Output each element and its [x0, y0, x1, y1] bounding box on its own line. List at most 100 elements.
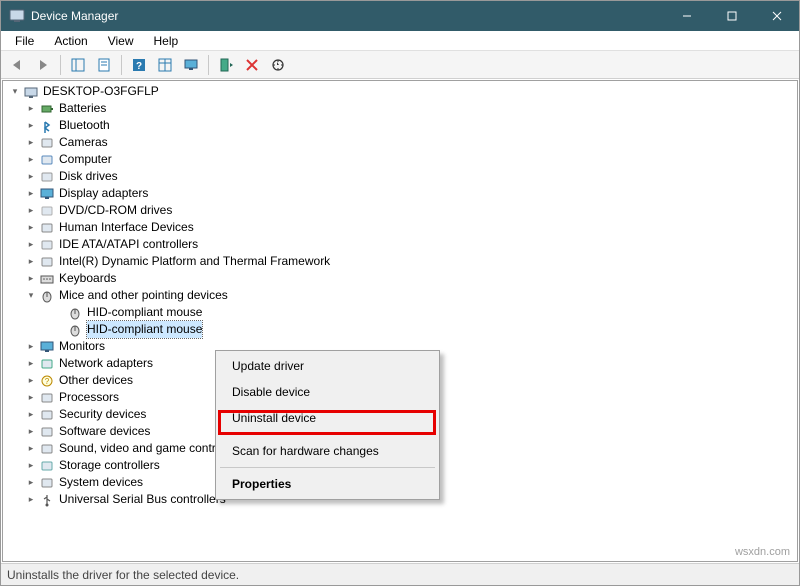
- tree-node[interactable]: ▸ DVD/CD-ROM drives: [5, 202, 795, 219]
- expand-icon[interactable]: ▸: [25, 205, 37, 217]
- menu-help[interactable]: Help: [146, 32, 187, 50]
- tree-node-label: Disk drives: [59, 168, 118, 185]
- tree-node-label: Batteries: [59, 100, 106, 117]
- chip-icon: [39, 254, 55, 270]
- tree-node-label: Processors: [59, 389, 119, 406]
- expand-icon[interactable]: ▸: [25, 409, 37, 421]
- context-menu-item[interactable]: Update driver: [218, 353, 437, 379]
- tree-node-label: Universal Serial Bus controllers: [59, 491, 226, 508]
- tree-leaf-node[interactable]: HID-compliant mouse: [5, 321, 795, 338]
- expand-icon[interactable]: ▸: [25, 426, 37, 438]
- tree-node[interactable]: ▸ Computer: [5, 151, 795, 168]
- tree-node[interactable]: ▸ Intel(R) Dynamic Platform and Thermal F…: [5, 253, 795, 270]
- statusbar-text: Uninstalls the driver for the selected d…: [7, 568, 239, 582]
- expand-icon[interactable]: ▸: [25, 443, 37, 455]
- menu-view[interactable]: View: [100, 32, 142, 50]
- expand-icon[interactable]: ▸: [25, 392, 37, 404]
- context-menu: Update driverDisable deviceUninstall dev…: [215, 350, 440, 500]
- tree-node[interactable]: ▸ Human Interface Devices: [5, 219, 795, 236]
- expand-icon[interactable]: ▸: [25, 137, 37, 149]
- expand-icon[interactable]: ▸: [25, 494, 37, 506]
- monitor-icon: [39, 339, 55, 355]
- tree-node-label: Computer: [59, 151, 112, 168]
- expand-icon[interactable]: ▸: [25, 154, 37, 166]
- security-icon: [39, 407, 55, 423]
- tree-node-label: Intel(R) Dynamic Platform and Thermal Fr…: [59, 253, 330, 270]
- tree-node-label: Monitors: [59, 338, 105, 355]
- menu-separator: [220, 434, 435, 435]
- menu-file[interactable]: File: [7, 32, 42, 50]
- tree-node[interactable]: ▸ Display adapters: [5, 185, 795, 202]
- keyboard-icon: [39, 271, 55, 287]
- tree-leaf-node[interactable]: HID-compliant mouse: [5, 304, 795, 321]
- context-menu-item[interactable]: Scan for hardware changes: [218, 438, 437, 464]
- battery-icon: [39, 101, 55, 117]
- context-menu-item[interactable]: Properties: [218, 471, 437, 497]
- maximize-button[interactable]: [709, 1, 754, 31]
- expand-icon[interactable]: ▸: [25, 273, 37, 285]
- toolbar-help-button[interactable]: ?: [127, 54, 151, 76]
- menu-separator: [220, 467, 435, 468]
- expand-icon[interactable]: ▸: [25, 460, 37, 472]
- computer-icon: [39, 152, 55, 168]
- expand-icon[interactable]: ▸: [25, 375, 37, 387]
- window-title: Device Manager: [31, 9, 118, 23]
- system-icon: [39, 475, 55, 491]
- dvd-icon: [39, 203, 55, 219]
- expand-icon[interactable]: ▸: [25, 358, 37, 370]
- menubar: File Action View Help: [1, 31, 799, 51]
- mouse-icon: [67, 322, 83, 338]
- expand-icon[interactable]: ▸: [25, 103, 37, 115]
- toolbar-properties-sheet-button[interactable]: [92, 54, 116, 76]
- toolbar-back-button[interactable]: [5, 54, 29, 76]
- expand-icon[interactable]: ▸: [25, 256, 37, 268]
- menu-action[interactable]: Action: [46, 32, 95, 50]
- expand-icon[interactable]: ▸: [25, 222, 37, 234]
- tree-node[interactable]: ▸ Disk drives: [5, 168, 795, 185]
- toolbar-scan-button[interactable]: [266, 54, 290, 76]
- titlebar[interactable]: Device Manager: [1, 1, 799, 31]
- bluetooth-icon: [39, 118, 55, 134]
- expand-icon[interactable]: ▸: [25, 188, 37, 200]
- tree-node-label: Human Interface Devices: [59, 219, 194, 236]
- toolbar-display-button[interactable]: [179, 54, 203, 76]
- tree-node[interactable]: ▸ Cameras: [5, 134, 795, 151]
- toolbar-enable-button[interactable]: [214, 54, 238, 76]
- expand-icon[interactable]: ▸: [25, 120, 37, 132]
- expand-icon[interactable]: ▸: [25, 171, 37, 183]
- tree-node-label: Network adapters: [59, 355, 153, 372]
- toolbar-disable-button[interactable]: [240, 54, 264, 76]
- tree-node-label: IDE ATA/ATAPI controllers: [59, 236, 198, 253]
- expand-icon[interactable]: ▸: [25, 341, 37, 353]
- software-icon: [39, 424, 55, 440]
- tree-node-label: Storage controllers: [59, 457, 160, 474]
- usb-icon: [39, 492, 55, 508]
- camera-icon: [39, 135, 55, 151]
- context-menu-item[interactable]: Uninstall device: [218, 405, 437, 431]
- tree-node-label: DESKTOP-O3FGFLP: [43, 83, 159, 100]
- tree-node-label: Cameras: [59, 134, 108, 151]
- tree-root-node[interactable]: ▾ DESKTOP-O3FGFLP: [5, 83, 795, 100]
- collapse-icon[interactable]: ▾: [9, 86, 21, 98]
- toolbar-refresh-table-button[interactable]: [153, 54, 177, 76]
- tree-node[interactable]: ▸ Keyboards: [5, 270, 795, 287]
- tree-node-label: DVD/CD-ROM drives: [59, 202, 172, 219]
- toolbar-show-hide-tree-button[interactable]: [66, 54, 90, 76]
- tree-node-label: Display adapters: [59, 185, 148, 202]
- ide-icon: [39, 237, 55, 253]
- expand-icon[interactable]: ▸: [25, 239, 37, 251]
- close-button[interactable]: [754, 1, 799, 31]
- collapse-icon[interactable]: ▾: [25, 290, 37, 302]
- toolbar-forward-button[interactable]: [31, 54, 55, 76]
- tree-node[interactable]: ▾Mice and other pointing devices: [5, 287, 795, 304]
- tree-node[interactable]: ▸ IDE ATA/ATAPI controllers: [5, 236, 795, 253]
- statusbar: Uninstalls the driver for the selected d…: [1, 563, 799, 585]
- hid-icon: [39, 220, 55, 236]
- context-menu-item[interactable]: Disable device: [218, 379, 437, 405]
- tree-node[interactable]: ▸Bluetooth: [5, 117, 795, 134]
- tree-node-label: System devices: [59, 474, 143, 491]
- tree-node-label: Keyboards: [59, 270, 116, 287]
- minimize-button[interactable]: [664, 1, 709, 31]
- tree-node[interactable]: ▸ Batteries: [5, 100, 795, 117]
- expand-icon[interactable]: ▸: [25, 477, 37, 489]
